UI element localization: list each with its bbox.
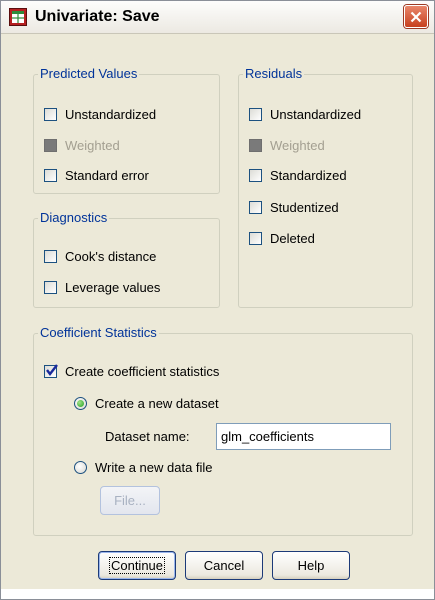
checkmark-icon bbox=[46, 363, 58, 376]
checkbox-box[interactable] bbox=[249, 107, 262, 121]
continue-button[interactable]: Continue bbox=[98, 551, 176, 580]
file-button-label: File... bbox=[114, 493, 146, 508]
dialog-bottom-edge bbox=[1, 589, 434, 599]
cooks-distance-checkbox[interactable]: Cook's distance bbox=[44, 247, 156, 265]
create-new-dataset-radio[interactable]: Create a new dataset bbox=[74, 394, 219, 412]
checkbox-box[interactable] bbox=[44, 249, 57, 263]
residuals-studentized-checkbox[interactable]: Studentized bbox=[249, 198, 339, 216]
checkbox-box[interactable] bbox=[249, 231, 262, 245]
leverage-values-checkbox[interactable]: Leverage values bbox=[44, 278, 160, 296]
checkbox-label: Weighted bbox=[65, 137, 120, 153]
radio-selected-dot bbox=[77, 399, 84, 407]
close-button[interactable] bbox=[404, 5, 428, 28]
predicted-values-group: Predicted Values Unstandardized Weighted… bbox=[33, 66, 220, 194]
coefficient-statistics-group: Coefficient Statistics Create coefficien… bbox=[33, 325, 413, 536]
checkbox-label: Unstandardized bbox=[65, 106, 157, 122]
checkbox-box[interactable] bbox=[44, 168, 57, 182]
predicted-values-legend: Predicted Values bbox=[38, 66, 140, 81]
create-coefficient-statistics-checkbox[interactable]: Create coefficient statistics bbox=[44, 362, 219, 380]
residuals-deleted-checkbox[interactable]: Deleted bbox=[249, 229, 315, 247]
close-icon bbox=[410, 11, 422, 23]
residuals-standardized-checkbox[interactable]: Standardized bbox=[249, 166, 347, 184]
checkbox-box bbox=[249, 138, 262, 152]
continue-button-label: Continue bbox=[108, 557, 166, 574]
help-button[interactable]: Help bbox=[272, 551, 350, 580]
diagnostics-legend: Diagnostics bbox=[38, 210, 110, 225]
residuals-weighted-checkbox: Weighted bbox=[249, 136, 325, 154]
cancel-button-label: Cancel bbox=[203, 558, 245, 573]
checkbox-label: Weighted bbox=[270, 137, 325, 153]
radio-button[interactable] bbox=[74, 396, 87, 410]
dataset-name-input[interactable] bbox=[216, 423, 391, 450]
radio-label: Write a new data file bbox=[95, 459, 213, 475]
dataset-name-label: Dataset name: bbox=[105, 429, 190, 444]
checkbox-label: Unstandardized bbox=[270, 106, 362, 122]
diagnostics-group: Diagnostics Cook's distance Leverage val… bbox=[33, 210, 220, 308]
residuals-group: Residuals Unstandardized Weighted Standa… bbox=[238, 66, 413, 308]
checkbox-label: Standardized bbox=[270, 167, 347, 183]
univariate-save-dialog: Univariate: Save Predicted Values Unstan… bbox=[0, 0, 435, 600]
checkbox-box[interactable] bbox=[44, 280, 57, 294]
checkbox-label: Studentized bbox=[270, 199, 339, 215]
radio-button[interactable] bbox=[74, 460, 87, 474]
checkbox-box bbox=[44, 138, 57, 152]
title-bar[interactable]: Univariate: Save bbox=[1, 1, 434, 34]
checkbox-box[interactable] bbox=[44, 363, 58, 378]
checkbox-box[interactable] bbox=[249, 200, 262, 214]
checkbox-label: Deleted bbox=[270, 230, 315, 246]
predicted-unstandardized-checkbox[interactable]: Unstandardized bbox=[44, 105, 156, 123]
residuals-unstandardized-checkbox[interactable]: Unstandardized bbox=[249, 105, 361, 123]
file-button: File... bbox=[100, 486, 160, 515]
write-new-data-file-radio[interactable]: Write a new data file bbox=[74, 458, 213, 476]
help-button-label: Help bbox=[297, 558, 325, 573]
checkbox-box[interactable] bbox=[249, 168, 262, 182]
window-title: Univariate: Save bbox=[35, 8, 160, 25]
spss-table-icon bbox=[9, 8, 27, 26]
checkbox-label: Leverage values bbox=[65, 279, 161, 295]
checkbox-box[interactable] bbox=[44, 107, 57, 121]
predicted-standard-error-checkbox[interactable]: Standard error bbox=[44, 166, 149, 184]
coefficient-statistics-legend: Coefficient Statistics bbox=[38, 325, 159, 340]
cancel-button[interactable]: Cancel bbox=[185, 551, 263, 580]
checkbox-label: Cook's distance bbox=[65, 248, 157, 264]
radio-label: Create a new dataset bbox=[95, 395, 219, 411]
checkbox-label: Standard error bbox=[65, 167, 149, 183]
predicted-weighted-checkbox: Weighted bbox=[44, 136, 120, 154]
checkbox-label: Create coefficient statistics bbox=[65, 363, 220, 379]
residuals-legend: Residuals bbox=[243, 66, 305, 81]
